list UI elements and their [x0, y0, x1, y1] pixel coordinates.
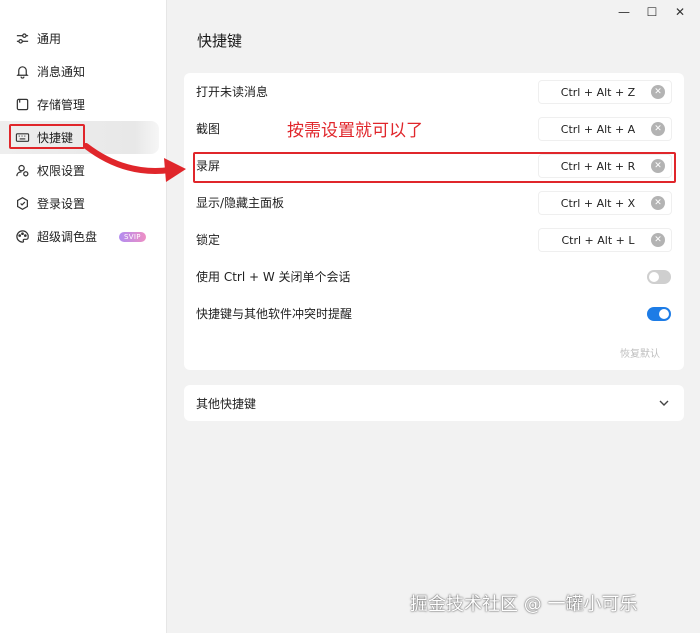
page-title: 快捷键	[197, 32, 243, 50]
shortcuts-card: 打开未读消息 Ctrl + Alt + Z ✕ 截图 Ctrl + Alt + …	[184, 73, 684, 370]
sidebar-item-notifications[interactable]: 消息通知	[0, 55, 167, 88]
shortcut-label: 显示/隐藏主面板	[196, 196, 285, 210]
sidebar-item-label: 登录设置	[37, 197, 86, 211]
shortcut-row-lock: 锁定 Ctrl + Alt + L ✕	[184, 221, 684, 258]
sidebar-item-label: 权限设置	[37, 164, 86, 178]
toggle-knob	[649, 272, 659, 282]
shortcut-key-input[interactable]: Ctrl + Alt + A ✕	[538, 117, 672, 141]
window-controls: — ☐ ✕	[618, 6, 686, 18]
toggle-row-conflict: 快捷键与其他软件冲突时提醒	[184, 295, 684, 332]
shortcut-key-value: Ctrl + Alt + R	[560, 159, 636, 173]
shortcut-label: 锁定	[196, 233, 221, 247]
shortcut-key-input[interactable]: Ctrl + Alt + L ✕	[538, 228, 672, 252]
shortcut-key-value: Ctrl + Alt + X	[560, 196, 636, 210]
shortcut-key-input[interactable]: Ctrl + Alt + X ✕	[538, 191, 672, 215]
annotation-text: 按需设置就可以了	[287, 121, 423, 141]
annotation-arrow-icon	[83, 143, 186, 182]
maximize-icon[interactable]: ☐	[646, 6, 658, 18]
toggle-row-ctrl-w: 使用 Ctrl + W 关闭单个会话	[184, 258, 684, 295]
shield-icon	[14, 196, 30, 212]
clear-icon[interactable]: ✕	[651, 233, 665, 247]
clear-icon[interactable]: ✕	[651, 122, 665, 136]
sidebar-item-general[interactable]: 通用	[0, 22, 167, 55]
shortcut-key-value: Ctrl + Alt + A	[560, 122, 636, 136]
toggle-label: 使用 Ctrl + W 关闭单个会话	[196, 270, 351, 284]
svip-badge: SVIP	[119, 231, 146, 242]
sidebar-item-storage[interactable]: 存储管理	[0, 88, 167, 121]
conflict-alert-toggle[interactable]	[647, 307, 671, 321]
minimize-icon[interactable]: —	[618, 6, 630, 18]
user-permission-icon	[14, 163, 30, 179]
annotation-highlight-box	[9, 124, 85, 149]
chevron-down-icon	[659, 400, 669, 406]
sidebar-item-label: 存储管理	[37, 98, 86, 112]
bell-icon	[14, 64, 30, 80]
shortcut-row-record: 录屏 Ctrl + Alt + R ✕	[184, 147, 684, 184]
sidebar-item-label: 通用	[37, 32, 62, 46]
other-shortcuts-label: 其他快捷键	[196, 396, 257, 411]
palette-icon	[14, 229, 30, 245]
shortcut-key-input[interactable]: Ctrl + Alt + Z ✕	[538, 80, 672, 104]
shortcut-key-input[interactable]: Ctrl + Alt + R ✕	[538, 154, 672, 178]
sidebar-item-label: 消息通知	[37, 65, 86, 79]
shortcut-label: 打开未读消息	[196, 85, 269, 99]
shortcut-row-screenshot: 截图 Ctrl + Alt + A ✕	[184, 110, 684, 147]
shortcut-row-unread: 打开未读消息 Ctrl + Alt + Z ✕	[184, 73, 684, 110]
ctrl-w-toggle[interactable]	[647, 270, 671, 284]
storage-icon	[14, 97, 30, 113]
shortcut-key-value: Ctrl + Alt + Z	[560, 85, 636, 99]
shortcut-label: 截图	[196, 122, 221, 136]
close-icon[interactable]: ✕	[674, 6, 686, 18]
sidebar-item-label: 超级调色盘	[37, 230, 98, 244]
restore-defaults-button[interactable]: 恢复默认	[620, 345, 660, 360]
toggle-label: 快捷键与其他软件冲突时提醒	[196, 307, 353, 321]
clear-icon[interactable]: ✕	[651, 196, 665, 210]
watermark: 掘金技术社区 @ 一罐小可乐	[410, 594, 638, 615]
shortcut-label: 录屏	[196, 159, 221, 173]
shortcut-key-value: Ctrl + Alt + L	[561, 233, 635, 247]
other-shortcuts-section[interactable]: 其他快捷键	[184, 385, 684, 421]
sidebar-item-login[interactable]: 登录设置	[0, 187, 167, 220]
shortcut-row-toggle-panel: 显示/隐藏主面板 Ctrl + Alt + X ✕	[184, 184, 684, 221]
sliders-icon	[14, 31, 30, 47]
sidebar: 通用 消息通知 存储管理 快捷键 权限设置 登录设置 超级调色盘 SVIP	[0, 0, 167, 633]
sidebar-item-palette[interactable]: 超级调色盘 SVIP	[0, 220, 167, 253]
clear-icon[interactable]: ✕	[651, 159, 665, 173]
toggle-knob	[659, 309, 669, 319]
clear-icon[interactable]: ✕	[651, 85, 665, 99]
